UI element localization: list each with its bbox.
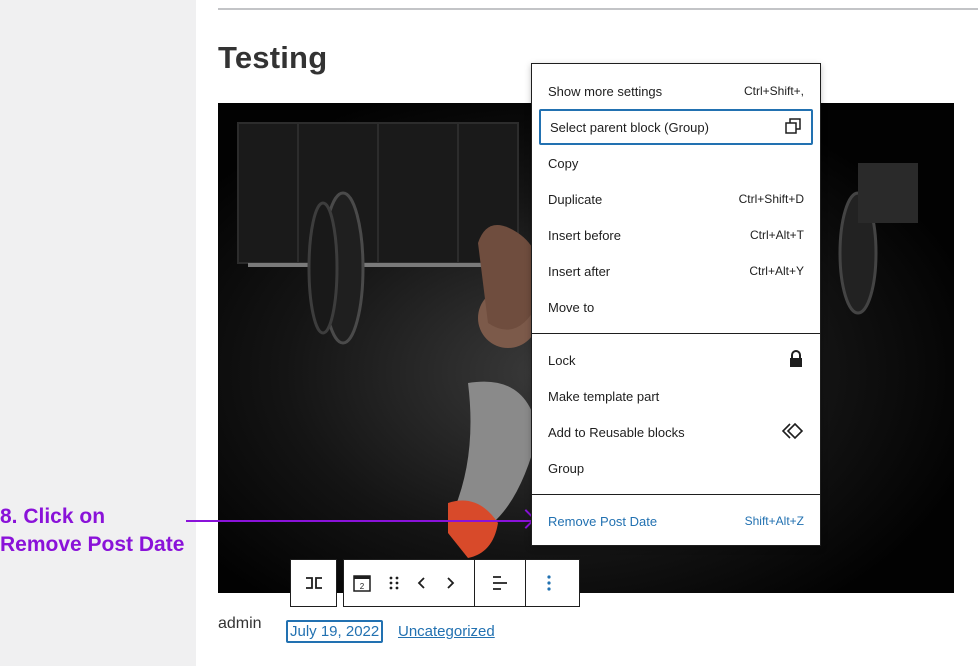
menu-item-shortcut: Ctrl+Shift+D (738, 192, 804, 206)
block-toolbar-parent (290, 559, 337, 607)
menu-item-label: Show more settings (548, 83, 663, 99)
menu-item-label: Add to Reusable blocks (548, 424, 685, 440)
chevron-right-icon (447, 577, 455, 589)
drag-handle-icon (389, 576, 399, 590)
menu-item-copy[interactable]: Copy (539, 145, 813, 181)
menu-item-insert-after[interactable]: Insert after Ctrl+Alt+Y (539, 253, 813, 289)
menu-item-label: Remove Post Date (548, 513, 658, 529)
calendar-number: 2 (360, 582, 365, 591)
header-divider (218, 8, 978, 10)
post-date-block-button[interactable]: 2 (344, 560, 380, 606)
align-button[interactable] (475, 560, 525, 606)
menu-item-label: Insert after (548, 263, 611, 279)
menu-item-label: Insert before (548, 227, 621, 243)
menu-separator (532, 333, 820, 334)
menu-item-shortcut: Ctrl+Alt+T (749, 228, 804, 242)
menu-item-label: Group (548, 460, 585, 476)
menu-item-label: Move to (548, 299, 595, 315)
menu-item-label: Duplicate (548, 191, 603, 207)
chevron-left-icon (417, 577, 425, 589)
menu-item-label: Select parent block (Group) (550, 119, 709, 135)
annotation-step: 8. Click on (0, 505, 106, 528)
menu-item-show-more-settings[interactable]: Show more settings Ctrl+Shift+, (539, 73, 813, 109)
post-date[interactable]: July 19, 2022 (286, 620, 384, 643)
move-left-button[interactable] (408, 560, 436, 606)
menu-item-move-to[interactable]: Move to (539, 289, 813, 325)
menu-item-label: Copy (548, 155, 579, 171)
options-button[interactable] (526, 560, 572, 606)
drag-handle[interactable] (380, 560, 408, 606)
menu-item-remove-post-date[interactable]: Remove Post Date Shift+Alt+Z (539, 503, 813, 539)
menu-item-shortcut: Ctrl+Alt+Y (749, 264, 804, 278)
move-right-button[interactable] (436, 560, 464, 606)
menu-item-select-parent-block[interactable]: Select parent block (Group) (539, 109, 813, 145)
menu-item-lock[interactable]: Lock (539, 342, 813, 378)
menu-item-label: Lock (548, 352, 576, 368)
annotation-instruction: Remove Post Date (0, 533, 185, 556)
menu-item-group[interactable]: Group (539, 450, 813, 486)
menu-separator (532, 494, 820, 495)
group-block-button[interactable] (291, 560, 336, 606)
menu-item-make-template-part[interactable]: Make template part (539, 378, 813, 414)
group-icon (305, 577, 322, 589)
post-title[interactable]: Testing (218, 40, 327, 76)
menu-item-insert-before[interactable]: Insert before Ctrl+Alt+T (539, 217, 813, 253)
post-author[interactable]: admin (218, 615, 262, 633)
post-category-link[interactable]: Uncategorized (398, 623, 495, 640)
menu-item-shortcut: Shift+Alt+Z (744, 514, 804, 528)
align-left-icon (493, 576, 507, 590)
lock-icon (788, 349, 804, 371)
tutorial-annotation: 8. Click on Remove Post Date (0, 503, 184, 559)
block-options-menu: Show more settings Ctrl+Shift+, Select p… (531, 63, 821, 546)
annotation-arrow-line (186, 520, 532, 522)
block-toolbar: 2 (343, 559, 580, 607)
left-panel (0, 0, 196, 666)
reusable-block-icon (781, 422, 804, 443)
menu-item-shortcut: Ctrl+Shift+, (743, 84, 804, 98)
calendar-icon: 2 (353, 575, 371, 592)
menu-item-label: Make template part (548, 388, 660, 404)
menu-item-add-to-reusable-blocks[interactable]: Add to Reusable blocks (539, 414, 813, 450)
menu-item-duplicate[interactable]: Duplicate Ctrl+Shift+D (539, 181, 813, 217)
parent-block-icon (784, 117, 802, 138)
more-vertical-icon (547, 575, 551, 591)
